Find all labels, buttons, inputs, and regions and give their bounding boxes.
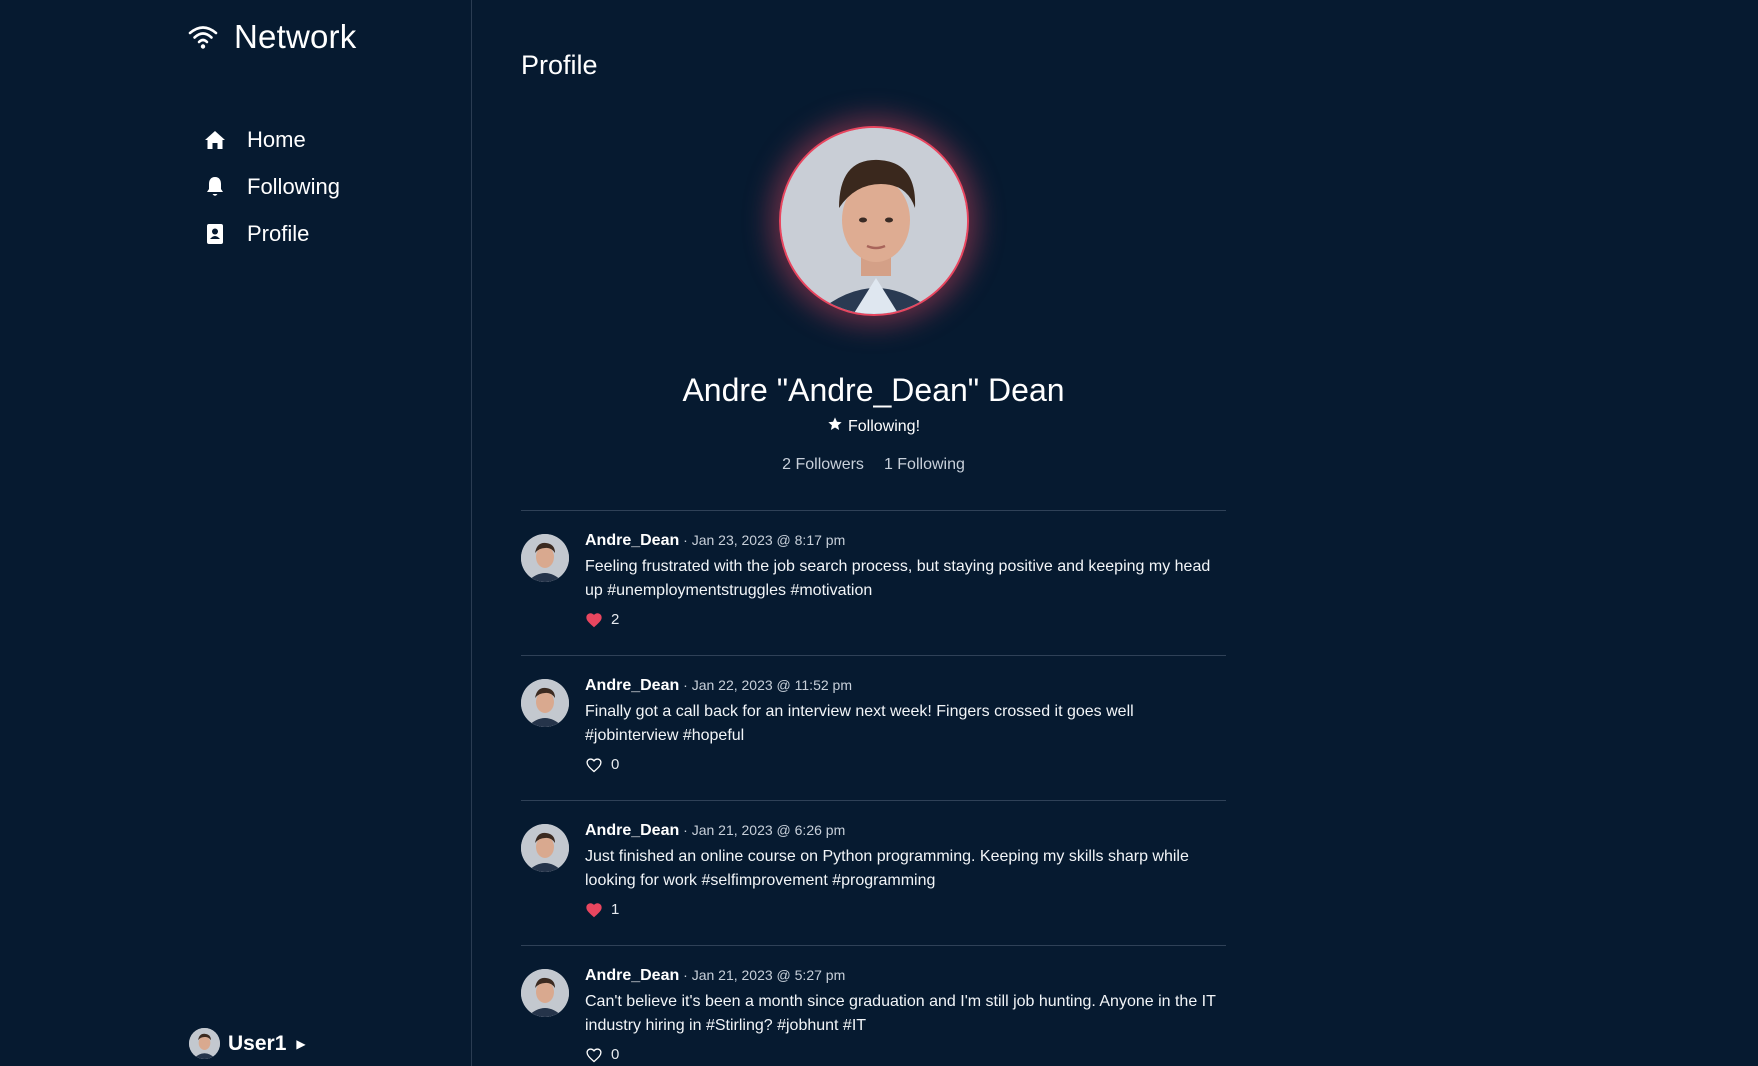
heart-outline-icon[interactable] bbox=[585, 757, 603, 773]
post-header: Andre_Dean · Jan 23, 2023 @ 8:17 pm bbox=[585, 530, 1225, 551]
sidebar-item-profile[interactable]: Profile bbox=[202, 210, 340, 257]
sidebar-item-label: Following bbox=[247, 173, 340, 199]
post: Andre_Dean · Jan 21, 2023 @ 6:26 pm Just… bbox=[521, 800, 1226, 945]
post-timestamp: · Jan 22, 2023 @ 11:52 pm bbox=[683, 677, 852, 693]
avatar[interactable] bbox=[521, 534, 569, 582]
avatar bbox=[189, 1028, 220, 1059]
post-header: Andre_Dean · Jan 22, 2023 @ 11:52 pm bbox=[585, 675, 1225, 696]
post-body: Andre_Dean · Jan 21, 2023 @ 5:27 pm Can'… bbox=[585, 965, 1225, 1063]
post-text: Can't believe it's been a month since gr… bbox=[585, 993, 1216, 1034]
post-header: Andre_Dean · Jan 21, 2023 @ 5:27 pm bbox=[585, 965, 1225, 986]
post-body: Andre_Dean · Jan 21, 2023 @ 6:26 pm Just… bbox=[585, 820, 1225, 918]
post: Andre_Dean · Jan 23, 2023 @ 8:17 pm Feel… bbox=[521, 510, 1226, 655]
sidebar-item-label: Home bbox=[247, 126, 306, 152]
post-text: Feeling frustrated with the job search p… bbox=[585, 558, 1211, 599]
post-text: Finally got a call back for an interview… bbox=[585, 703, 1134, 744]
post-likes: 0 bbox=[585, 1046, 1225, 1063]
post-body: Andre_Dean · Jan 22, 2023 @ 11:52 pm Fin… bbox=[585, 675, 1225, 773]
brand-title: Network bbox=[234, 18, 357, 55]
avatar[interactable] bbox=[521, 679, 569, 727]
page-title: Profile bbox=[521, 50, 598, 80]
post-timestamp: · Jan 23, 2023 @ 8:17 pm bbox=[683, 532, 846, 548]
followers-count[interactable]: 2 Followers bbox=[782, 456, 864, 474]
heart-outline-icon[interactable] bbox=[585, 1047, 603, 1063]
post-list: Andre_Dean · Jan 23, 2023 @ 8:17 pm Feel… bbox=[521, 510, 1226, 1066]
star-icon bbox=[827, 416, 843, 437]
post-body: Andre_Dean · Jan 23, 2023 @ 8:17 pm Feel… bbox=[585, 530, 1225, 628]
heart-filled-icon[interactable] bbox=[585, 612, 603, 628]
post-username[interactable]: Andre_Dean bbox=[585, 967, 679, 984]
post-username[interactable]: Andre_Dean bbox=[585, 822, 679, 839]
brand[interactable]: Network bbox=[188, 18, 356, 56]
post-username[interactable]: Andre_Dean bbox=[585, 677, 679, 694]
follow-stats: 2 Followers 1 Following bbox=[521, 456, 1226, 474]
sidebar: Network Home Following Profile User1 ▶ bbox=[0, 0, 472, 1066]
like-count: 0 bbox=[611, 1046, 620, 1063]
post-header: Andre_Dean · Jan 21, 2023 @ 6:26 pm bbox=[585, 820, 1225, 841]
post-timestamp: · Jan 21, 2023 @ 5:27 pm bbox=[683, 967, 846, 983]
contact-card-icon bbox=[202, 221, 228, 247]
post-timestamp: · Jan 21, 2023 @ 6:26 pm bbox=[683, 822, 846, 838]
sidebar-item-home[interactable]: Home bbox=[202, 116, 340, 163]
sidebar-item-label: Profile bbox=[247, 220, 310, 246]
user-name: User1 bbox=[228, 1031, 287, 1055]
profile-picture bbox=[779, 126, 969, 316]
caret-right-icon: ▶ bbox=[296, 1036, 306, 1051]
avatar[interactable] bbox=[521, 824, 569, 872]
avatar[interactable] bbox=[521, 969, 569, 1017]
sidebar-nav: Home Following Profile bbox=[202, 116, 340, 257]
post-text: Just finished an online course on Python… bbox=[585, 848, 1189, 889]
post-likes: 0 bbox=[585, 756, 1225, 773]
app: Network Home Following Profile User1 ▶ P… bbox=[0, 0, 1758, 1066]
home-icon bbox=[202, 127, 228, 153]
follow-status-label: Following! bbox=[847, 417, 921, 435]
follow-toggle[interactable]: Following! bbox=[521, 416, 1226, 437]
post: Andre_Dean · Jan 22, 2023 @ 11:52 pm Fin… bbox=[521, 655, 1226, 800]
post-username[interactable]: Andre_Dean bbox=[585, 532, 679, 549]
like-count: 2 bbox=[611, 611, 620, 628]
wifi-icon bbox=[188, 24, 218, 50]
user-menu[interactable]: User1 ▶ bbox=[189, 1028, 306, 1059]
profile-name: Andre "Andre_Dean" Dean bbox=[682, 372, 1065, 408]
like-count: 0 bbox=[611, 756, 620, 773]
post-likes: 2 bbox=[585, 611, 1225, 628]
like-count: 1 bbox=[611, 901, 620, 918]
following-count[interactable]: 1 Following bbox=[884, 456, 965, 474]
post: Andre_Dean · Jan 21, 2023 @ 5:27 pm Can'… bbox=[521, 945, 1226, 1066]
bell-icon bbox=[202, 174, 228, 200]
post-likes: 1 bbox=[585, 901, 1225, 918]
sidebar-item-following[interactable]: Following bbox=[202, 163, 340, 210]
heart-filled-icon[interactable] bbox=[585, 902, 603, 918]
